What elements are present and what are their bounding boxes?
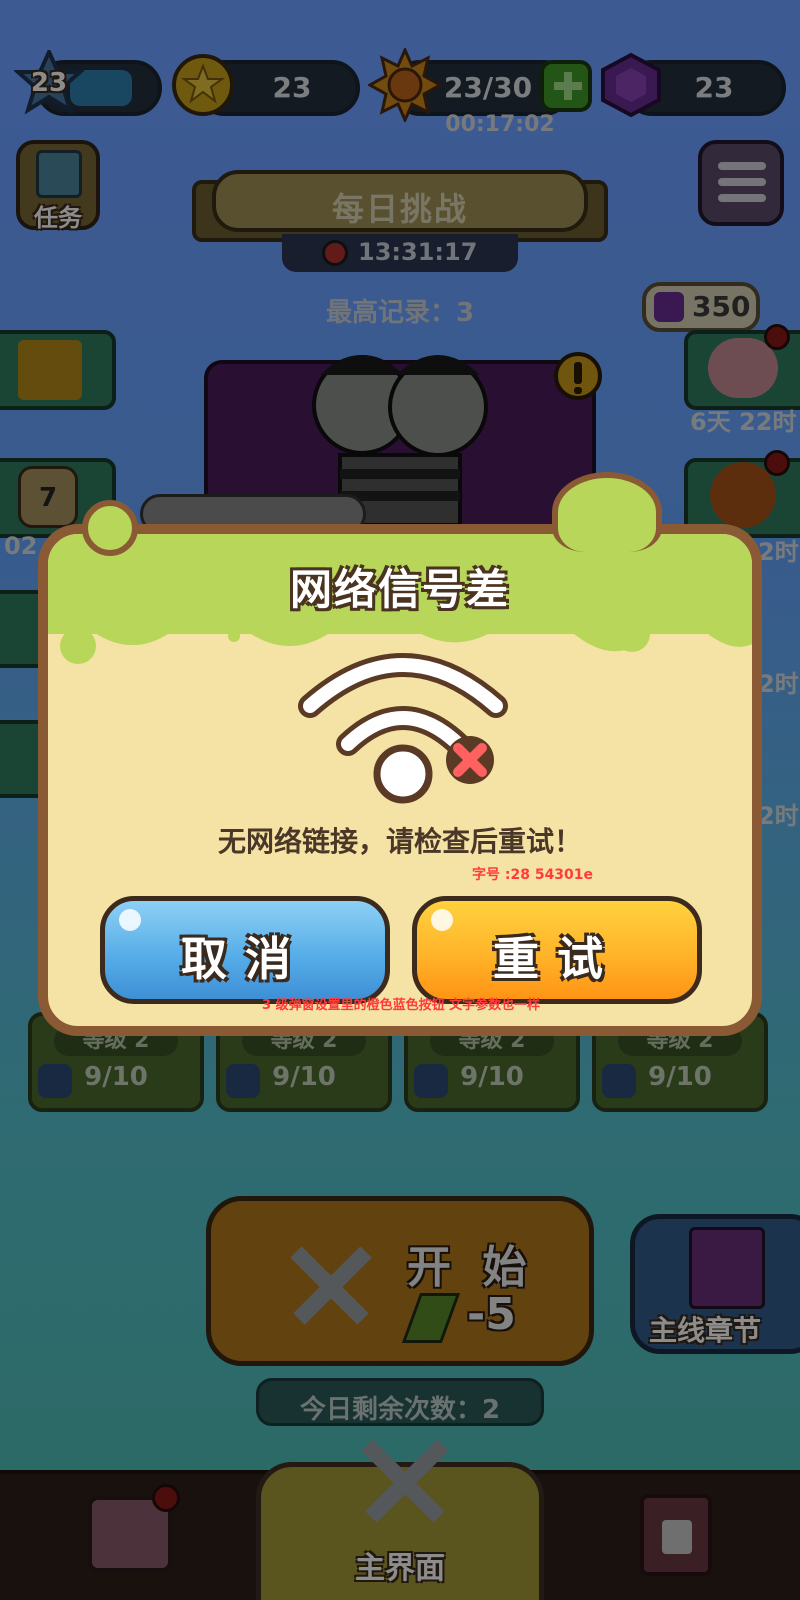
crossed-swords-icon [290,1246,372,1325]
slime-drop [60,628,96,664]
piggy-bank-icon [708,338,778,398]
leaf-timer: 2时 [758,670,799,698]
remaining-count: 今日剩余次数：2 [299,1395,501,1425]
fund-button[interactable] [0,330,116,410]
piggy-gem-bubble: 350 [642,282,760,332]
start-cost: -5 [467,1289,516,1340]
task-label: 任务 [34,204,82,232]
network-error-dialog: 网络信号差 无网络链接，请检查后重试！ 字号 :28 54301e 取消 重试 … [38,524,762,1036]
piggy-timer: 6天 22时 [690,408,797,436]
cancel-label: 取消 [181,932,309,986]
card-progress: 9/10 [272,1062,336,1092]
alert-icon[interactable] [554,352,602,400]
font-annotation: 字号 :28 54301e [472,867,594,883]
slime-blob-left [82,500,138,556]
red-dot-badge [764,324,790,350]
coin-stack-icon [18,340,82,400]
garden-tab[interactable] [640,1494,712,1576]
chapter-button[interactable]: 主线章节 [630,1214,800,1354]
card-progress: 9/10 [84,1062,148,1092]
energy-timer: 00:17:02 [445,112,555,137]
challenge-timer: 13:31:17 [358,238,478,266]
card-progress: 9/10 [648,1062,712,1092]
energy-count: 23/30 [443,71,533,104]
lightning-icon [401,1293,461,1343]
shop-tab[interactable] [88,1484,180,1572]
tab-main-label: 主界面 [355,1551,445,1586]
book-icon [689,1227,765,1309]
red-dot-badge [764,450,790,476]
list-icon [718,162,766,204]
slime-drop [228,630,240,642]
start-button[interactable]: 开 始 -5 [206,1196,594,1366]
chapter-label: 主线章节 [649,1314,762,1347]
start-label: 开 始 [407,1242,535,1293]
pumpkin-icon [710,462,776,528]
task-button[interactable]: 任务 [16,140,100,232]
gift-timer: 2时 [758,802,799,830]
slime-drop [614,616,650,652]
gem-small-icon [654,292,684,322]
close-icon [446,736,494,784]
wifi-off-icon [298,653,508,804]
piggy-gems: 350 [692,290,751,323]
piggy-bank-button[interactable] [684,324,800,410]
cancel-button[interactable]: 取消 [100,896,390,1004]
challenge-timer-box: 13:31:17 [282,234,518,272]
clipboard-icon [36,150,82,198]
tab-main[interactable]: 主界面 [256,1439,544,1600]
sun-icon [368,48,442,122]
pumpkin-timer: 2时 [758,538,799,566]
plant-pot-icon [662,1520,692,1554]
gem-icon [601,52,661,118]
challenge-banner: 每日挑战 [212,170,588,232]
retry-button[interactable]: 重试 [412,896,702,1004]
card-progress: 9/10 [460,1062,524,1092]
dialog-message: 无网络链接，请检查后重试！ [217,825,582,858]
calendar-icon: 7 [18,466,78,528]
player-level: 23 [30,68,68,98]
retry-label: 重试 [493,932,621,986]
checkin-timer: 02 [4,532,38,560]
slime-blob-right [552,472,662,552]
clock-icon [322,240,348,266]
button-annotation: 3 级弹窗设置里的橙色蓝色按钮 文字参数也一样 [262,998,541,1013]
challenge-title: 每日挑战 [331,190,468,228]
coins-count: 23 [272,71,312,104]
menu-button[interactable] [698,140,784,226]
gems-count: 23 [694,71,734,104]
crossed-swords-icon [361,1439,449,1523]
coin-icon [172,54,234,116]
add-energy-button[interactable] [540,60,592,112]
remaining-box: 今日剩余次数：2 [256,1378,544,1426]
red-dot-badge [152,1484,180,1512]
dialog-title: 网络信号差 [289,565,510,614]
